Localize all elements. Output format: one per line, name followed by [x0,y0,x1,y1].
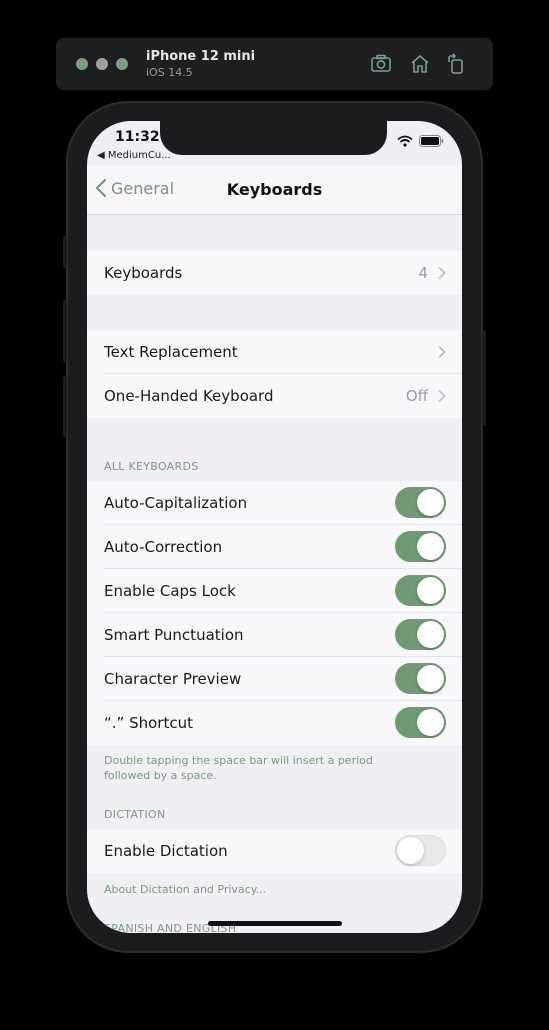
character-preview-row: Character Preview [87,657,462,701]
toggle-knob [417,709,444,736]
keyboards-label: Keyboards [104,264,183,282]
battery-icon [419,135,444,147]
keyboards-count: 4 [418,264,428,282]
toggle-label: Enable Caps Lock [104,582,236,600]
toggle-label: Character Preview [104,670,242,688]
toggle-label: Auto-Capitalization [104,494,248,512]
volume-up-button [63,300,67,362]
toggle-label: Smart Punctuation [104,626,244,644]
toggle-knob [417,621,444,648]
chevron-right-icon [438,389,446,403]
period-shortcut-footer: Double tapping the space bar will insert… [104,754,373,782]
smart-punctuation-toggle[interactable] [395,619,446,650]
volume-down-button [63,376,67,438]
toggle-label: Auto-Correction [104,538,223,556]
minimize-window-button[interactable] [96,58,108,70]
status-time: 11:32 [115,129,160,145]
character-preview-toggle[interactable] [395,663,446,694]
all-keyboards-header: ALL KEYBOARDS [104,460,199,473]
auto-capitalization-toggle[interactable] [395,487,446,518]
auto-correction-toggle[interactable] [395,531,446,562]
toggle-knob [417,489,444,516]
silent-switch [63,236,67,268]
one-handed-keyboard-row[interactable]: One-Handed Keyboard Off [87,374,462,418]
back-to-app-link[interactable]: ◀ MediumCu... [97,150,171,161]
toggle-label: Enable Dictation [104,842,228,860]
rotate-icon[interactable] [444,52,468,76]
chevron-right-icon [438,345,446,359]
side-button [482,330,486,426]
os-version: iOS 14.5 [146,66,193,79]
toggle-knob [397,837,424,864]
one-handed-label: One-Handed Keyboard [104,387,274,405]
simulator-toolbar: iPhone 12 mini iOS 14.5 [56,38,493,90]
status-indicators [397,135,444,147]
screenshot-icon[interactable] [369,52,393,76]
period-shortcut-toggle[interactable] [395,707,446,738]
toggle-knob [417,533,444,560]
notch [160,121,387,155]
smart-punctuation-row: Smart Punctuation [87,613,462,657]
period-shortcut-row: “.” Shortcut [87,701,462,745]
page-title: Keyboards [226,180,323,199]
text-replacement-label: Text Replacement [104,343,238,361]
auto-capitalization-row: Auto-Capitalization [87,481,462,525]
keyboards-row[interactable]: Keyboards 4 [87,251,462,295]
toggle-knob [417,665,444,692]
device-name: iPhone 12 mini [146,49,256,64]
caps-lock-toggle[interactable] [395,575,446,606]
one-handed-value: Off [405,387,428,405]
text-replacement-row[interactable]: Text Replacement [87,330,462,374]
close-window-button[interactable] [76,58,88,70]
toggle-knob [417,577,444,604]
dictation-privacy-link[interactable]: About Dictation and Privacy... [104,882,414,897]
phone-screen: 11:32 ◀ MediumCu... General Keyboards Ke… [87,121,462,933]
enable-dictation-row: Enable Dictation [87,829,462,873]
wifi-icon [397,135,413,147]
auto-correction-row: Auto-Correction [87,525,462,569]
home-indicator[interactable] [208,921,342,926]
zoom-window-button[interactable] [116,58,128,70]
toggle-label: “.” Shortcut [104,714,193,732]
caps-lock-row: Enable Caps Lock [87,569,462,613]
home-icon[interactable] [408,52,432,76]
chevron-right-icon [438,266,446,280]
navigation-bar: General Keyboards [87,165,462,215]
dictation-header: DICTATION [104,808,166,821]
enable-dictation-toggle[interactable] [395,835,446,866]
